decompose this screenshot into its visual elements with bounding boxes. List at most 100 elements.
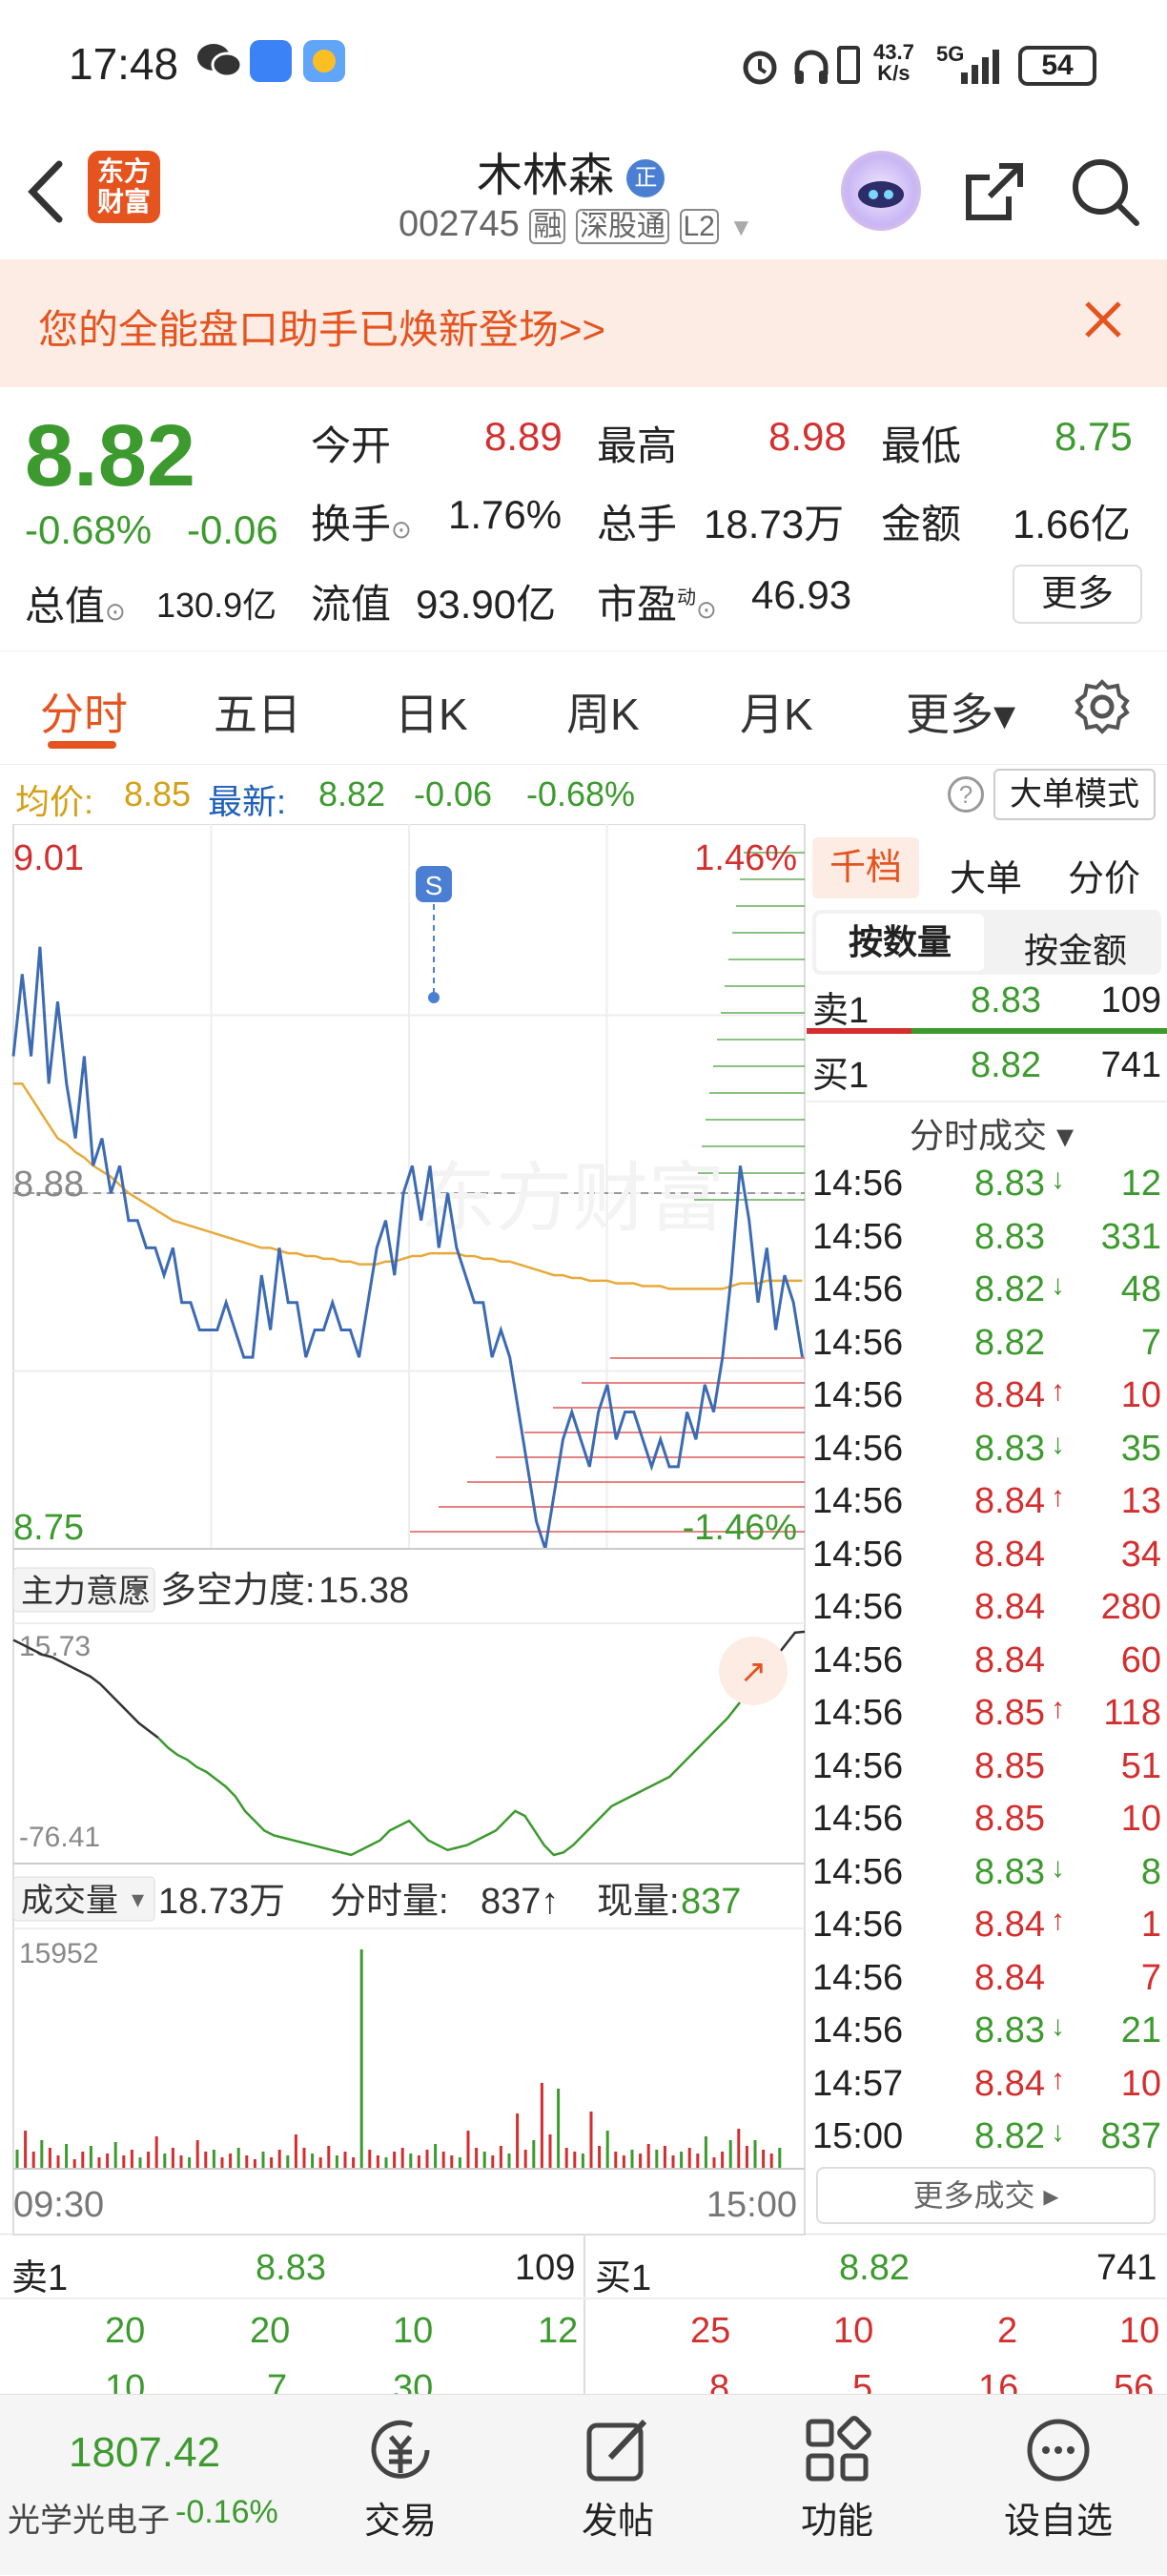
more-trades-button[interactable]: 更多成交 ▸: [816, 2167, 1156, 2224]
trade-volume: 12: [1120, 1164, 1161, 1204]
trade-time: 14:56: [812, 2010, 904, 2050]
bottom-nav: 1807.42 光学光电子 -0.16% 交易 发帖 功能 设自选: [0, 2394, 1167, 2575]
trade-direction: ↑: [1051, 1375, 1065, 1407]
assistant-avatar[interactable]: [841, 151, 921, 231]
now-volume-label: 现量:: [597, 1882, 680, 1922]
trade-volume: 837: [1100, 2116, 1161, 2156]
trade-price: 8.83: [974, 1851, 1045, 1892]
trade-time: 14:56: [812, 1164, 904, 1204]
high-label: 最高: [597, 423, 678, 468]
amount-value: 1.66亿: [1013, 502, 1131, 546]
trade-price: 8.84: [974, 1481, 1045, 1521]
info-icon[interactable]: ⊙: [391, 515, 412, 544]
stock-code: 002745: [399, 204, 520, 244]
open-value: 8.89: [484, 414, 563, 459]
big-order-mode-button[interactable]: 大单模式: [993, 769, 1156, 820]
index-value: 1807.42: [69, 2429, 221, 2476]
price-line: [11, 946, 804, 1550]
index-widget[interactable]: 1807.42 光学光电子 -0.16%: [0, 2395, 305, 2576]
logo-text-1: 东方: [96, 156, 151, 186]
speed-unit: K/s: [877, 61, 911, 85]
nav-post[interactable]: 发帖: [570, 2414, 665, 2544]
trade-volume: 10: [1120, 1799, 1161, 1839]
close-icon[interactable]: [1083, 299, 1123, 349]
stock-title[interactable]: 木林森 正: [477, 137, 665, 204]
settings-icon[interactable]: [1074, 678, 1131, 746]
banner-text: 您的全能盘口助手已焕新登场>>: [38, 307, 606, 352]
trade-row: 14:56 8.82 7: [807, 1317, 1167, 1370]
pe-value: 46.93: [751, 572, 852, 617]
volume-label: 成交量: [21, 1883, 118, 1919]
trade-price: 8.84: [974, 1587, 1045, 1627]
back-icon[interactable]: [21, 158, 69, 230]
mktcap-value: 130.9亿: [156, 586, 277, 625]
info-icon[interactable]: ⊙: [696, 595, 717, 624]
pe-label: 市盈动⊙: [597, 572, 717, 630]
tab-5day[interactable]: 五日: [214, 680, 301, 743]
search-icon[interactable]: [1070, 156, 1140, 232]
trade-price: 8.83: [974, 1428, 1045, 1469]
pe-sup: 动: [677, 587, 697, 608]
trade-price: 8.82: [974, 1322, 1045, 1363]
tab-monthly[interactable]: 月K: [740, 680, 813, 743]
ob-b2-2: 10: [833, 2311, 874, 2351]
expand-icon: ↗: [740, 1654, 768, 1690]
tick-panel: 千档 大单 分价 按数量 按金额 卖1 8.83 109 买1 8.82 741…: [807, 824, 1167, 2236]
share-icon[interactable]: [961, 158, 1028, 230]
mktcap-label: 总值⊙: [25, 574, 126, 632]
per-volume-value: 837↑: [481, 1882, 559, 1922]
avg-label: 均价:: [15, 782, 94, 821]
trade-time: 14:56: [812, 1693, 904, 1733]
trade-volume: 51: [1120, 1745, 1161, 1786]
tab-thousand-level[interactable]: 千档: [812, 837, 919, 898]
chart-svg[interactable]: 东方财富9.018.888.751.46%-1.46%S主力意愿▾ 多空力度: 15…: [0, 823, 807, 2236]
tab-by-price[interactable]: 分价: [1068, 849, 1140, 901]
tab-by-amount[interactable]: 按金额: [1024, 923, 1127, 973]
nav-features[interactable]: 功能: [789, 2414, 885, 2544]
tab-by-volume[interactable]: 按数量: [816, 914, 984, 971]
battery-icon: 54: [1018, 46, 1096, 86]
trade-direction: ↑: [1051, 2063, 1065, 2095]
amount-label: 金额: [881, 502, 962, 546]
ob-s2-4: 12: [538, 2311, 579, 2351]
tab-more[interactable]: 更多▾: [906, 680, 1015, 743]
stock-code-line: 002745 融 深股通 L2 ▼: [399, 202, 753, 245]
pct-bottom-label: -1.46%: [683, 1508, 797, 1548]
ob-b2-1: 25: [690, 2311, 731, 2351]
info-icon[interactable]: ⊙: [105, 597, 126, 626]
ob-b2-4: 10: [1119, 2311, 1160, 2351]
intraday-chart[interactable]: 东方财富 9.01 8.88 8.75 1.46% -1.46% S 主力意愿 ▾ 多空力度: 15…: [0, 823, 807, 2236]
tab-weekly[interactable]: 周K: [566, 680, 640, 743]
trade-direction: ↓: [1051, 1428, 1065, 1460]
tab-intraday[interactable]: 分时: [40, 680, 128, 743]
index-change: -0.16%: [175, 2494, 278, 2530]
nav-features-label: 功能: [800, 2502, 873, 2542]
trade-row: 14:56 8.82 ↓ 48: [807, 1264, 1167, 1317]
trade-volume: 13: [1120, 1481, 1161, 1521]
trade-time: 14:56: [812, 1375, 904, 1415]
trade-price: 8.84: [974, 1957, 1045, 1998]
trade-row: 14:57 8.84 ↑ 10: [807, 2058, 1167, 2112]
trades-title[interactable]: 分时成交 ▾: [910, 1108, 1074, 1158]
trade-price: 8.85: [974, 1693, 1045, 1733]
trade-time: 14:57: [812, 2063, 904, 2104]
mf-line-down: [156, 1680, 758, 1857]
trade-row: 15:00 8.82 ↓ 837: [807, 2111, 1167, 2164]
speed-value: 43.7: [873, 40, 914, 64]
mktcap-text: 总值: [25, 584, 106, 629]
buy1-volume: 741: [1100, 1045, 1161, 1085]
turnover-value: 1.76%: [448, 492, 563, 537]
weather-icon: [303, 40, 345, 82]
pe-text: 市盈: [597, 582, 678, 627]
nav-trade[interactable]: 交易: [353, 2414, 448, 2544]
nav-add-watchlist[interactable]: 设自选: [992, 2414, 1125, 2544]
help-icon[interactable]: ?: [948, 776, 984, 813]
dropdown-icon[interactable]: ▼: [728, 213, 753, 241]
trade-volume: 10: [1120, 1375, 1161, 1415]
trade-time: 14:56: [812, 1957, 904, 1998]
promo-banner[interactable]: 您的全能盘口助手已焕新登场>>: [0, 259, 1167, 387]
info-bar: 均价: 8.85 最新: 8.82 -0.06 -0.68% ? 大单模式: [0, 765, 1167, 824]
more-button[interactable]: 更多: [1013, 565, 1142, 624]
tab-big-order[interactable]: 大单: [950, 849, 1022, 901]
tab-daily[interactable]: 日K: [395, 680, 468, 743]
